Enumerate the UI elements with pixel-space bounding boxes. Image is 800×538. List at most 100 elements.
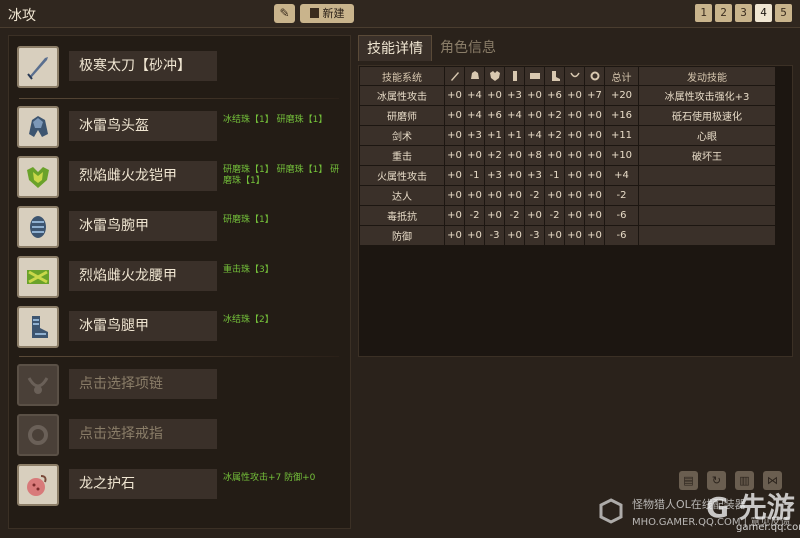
skill-name-cell: 达人 <box>360 186 444 205</box>
table-row: 研磨师 +0 +4 +6 +4 +0 +2 +0 +0 +16 砥石使用极速化 <box>360 106 775 125</box>
skill-point-cell: -2 <box>545 206 564 225</box>
charm-row[interactable]: 龙之护石 冰属性攻击+7 防御+0 <box>17 464 347 506</box>
ring-row[interactable]: 点击选择戒指 <box>17 414 347 456</box>
section-divider <box>19 356 339 357</box>
armor-name[interactable]: 冰雷鸟腿甲 <box>69 311 217 341</box>
skill-point-cell: -2 <box>525 186 544 205</box>
armor-row-arms[interactable]: 冰雷鸟腕甲 研磨珠【1】 <box>17 206 347 248</box>
skill-total-cell: +20 <box>605 86 638 105</box>
skill-point-cell: +0 <box>585 106 604 125</box>
necklace-slot[interactable] <box>17 364 59 406</box>
legs-slot[interactable] <box>17 306 59 348</box>
skill-name-cell: 重击 <box>360 146 444 165</box>
skill-point-cell: +0 <box>545 146 564 165</box>
necklace-row[interactable]: 点击选择项链 <box>17 364 347 406</box>
column-header-activated: 发动技能 <box>639 67 775 85</box>
column-header-legs <box>545 67 564 85</box>
skill-point-cell: +0 <box>585 126 604 145</box>
skill-total-cell: +11 <box>605 126 638 145</box>
skill-point-cell: +1 <box>505 126 524 145</box>
weapon-row[interactable]: 极寒太刀【砂冲】 <box>17 46 347 88</box>
pencil-icon: ✎ <box>279 6 290 20</box>
skill-total-cell: +16 <box>605 106 638 125</box>
edit-name-button[interactable]: ✎ <box>274 4 295 23</box>
skill-point-cell: +0 <box>585 186 604 205</box>
arms-slot[interactable] <box>17 206 59 248</box>
save-icon: ▤ <box>683 474 694 487</box>
skill-point-cell: +0 <box>485 186 504 205</box>
skill-point-cell: +4 <box>465 106 484 125</box>
skill-point-cell: -2 <box>465 206 484 225</box>
chest-slot[interactable] <box>17 156 59 198</box>
ring-slot[interactable] <box>17 414 59 456</box>
equipment-panel: 极寒太刀【砂冲】 冰雷鸟头盔 冰结珠【1】 研磨珠【1】 烈焰雌火龙铠甲 研磨珠… <box>8 35 351 529</box>
skill-point-cell: +0 <box>465 146 484 165</box>
armor-name[interactable]: 冰雷鸟头盔 <box>69 111 217 141</box>
armor-name[interactable]: 烈焰雌火龙铠甲 <box>69 161 217 191</box>
skill-name-cell: 火属性攻击 <box>360 166 444 185</box>
new-build-button[interactable]: 新建 <box>300 4 354 23</box>
table-row: 防御 +0 +0 -3 +0 -3 +0 +0 +0 -6 <box>360 226 775 245</box>
armor-name[interactable]: 冰雷鸟腕甲 <box>69 211 217 241</box>
skill-point-cell: +0 <box>445 206 464 225</box>
head-slot[interactable] <box>17 106 59 148</box>
skill-point-cell: +0 <box>565 206 584 225</box>
skill-point-cell: +0 <box>565 186 584 205</box>
charm-slot[interactable] <box>17 464 59 506</box>
tab-skill-details[interactable]: 技能详情 <box>358 35 432 61</box>
weapon-slot[interactable] <box>17 46 59 88</box>
armor-row-head[interactable]: 冰雷鸟头盔 冰结珠【1】 研磨珠【1】 <box>17 106 347 148</box>
necklace-icon <box>27 377 49 394</box>
section-divider <box>19 98 339 99</box>
table-row: 剑术 +0 +3 +1 +1 +4 +2 +0 +0 +11 心眼 <box>360 126 775 145</box>
page-button-5[interactable]: 5 <box>775 4 792 22</box>
page-button-1[interactable]: 1 <box>695 4 712 22</box>
skill-point-cell: +2 <box>545 126 564 145</box>
select-ring-button[interactable]: 点击选择戒指 <box>69 419 217 449</box>
save-button[interactable]: ▤ <box>679 471 698 490</box>
skill-point-cell: +0 <box>485 86 504 105</box>
build-title: 冰攻 <box>8 8 36 24</box>
activated-skill-cell <box>639 186 775 205</box>
column-header-arms <box>505 67 524 85</box>
page-button-3[interactable]: 3 <box>735 4 752 22</box>
table-row: 火属性攻击 +0 -1 +3 +0 +3 -1 +0 +0 +4 <box>360 166 775 185</box>
skill-point-cell: +0 <box>565 86 584 105</box>
skill-point-cell: +0 <box>465 186 484 205</box>
skill-total-cell: +10 <box>605 146 638 165</box>
armor-row-chest[interactable]: 烈焰雌火龙铠甲 研磨珠【1】 研磨珠【1】 研磨珠【1】 <box>17 156 347 198</box>
armor-row-waist[interactable]: 烈焰雌火龙腰甲 重击珠【3】 <box>17 256 347 298</box>
activated-skill-cell: 心眼 <box>639 126 775 145</box>
skill-table: 技能系统 总计 发动技能 冰属性攻击 +0 +4 +0 +3 +0 +6 +0 +7 +20 冰属性… <box>359 66 776 246</box>
skill-point-cell: +0 <box>565 126 584 145</box>
skill-point-cell: -3 <box>485 226 504 245</box>
waist-slot[interactable] <box>17 256 59 298</box>
build-pager: 1 2 3 4 5 <box>695 4 792 22</box>
armor-row-legs[interactable]: 冰雷鸟腿甲 冰结珠【2】 <box>17 306 347 348</box>
chest-icon <box>489 71 500 81</box>
decoration-list: 研磨珠【1】 <box>223 215 274 225</box>
weapon-name[interactable]: 极寒太刀【砂冲】 <box>69 51 217 81</box>
column-header-necklace <box>565 67 584 85</box>
skill-name-cell: 冰属性攻击 <box>360 86 444 105</box>
activated-skill-cell: 冰属性攻击强化+3 <box>639 86 775 105</box>
decoration-list: 研磨珠【1】 研磨珠【1】 研磨珠【1】 <box>223 165 340 186</box>
skill-point-cell: +3 <box>505 86 524 105</box>
skill-point-cell: +2 <box>485 146 504 165</box>
activated-skill-cell <box>639 226 775 245</box>
page-button-4[interactable]: 4 <box>755 4 772 22</box>
skill-point-cell: +0 <box>505 166 524 185</box>
page-button-2[interactable]: 2 <box>715 4 732 22</box>
armor-name[interactable]: 烈焰雌火龙腰甲 <box>69 261 217 291</box>
skill-point-cell: +0 <box>465 226 484 245</box>
select-necklace-button[interactable]: 点击选择项链 <box>69 369 217 399</box>
skill-point-cell: +0 <box>565 146 584 165</box>
activated-skill-cell: 砥石使用极速化 <box>639 106 775 125</box>
tab-character-info[interactable]: 角色信息 <box>432 35 504 61</box>
charm-name[interactable]: 龙之护石 <box>69 469 217 499</box>
ring-icon <box>28 425 48 445</box>
skill-point-cell: +4 <box>505 106 524 125</box>
skill-point-cell: -3 <box>525 226 544 245</box>
skill-point-cell: +0 <box>505 146 524 165</box>
skill-point-cell: +0 <box>565 106 584 125</box>
